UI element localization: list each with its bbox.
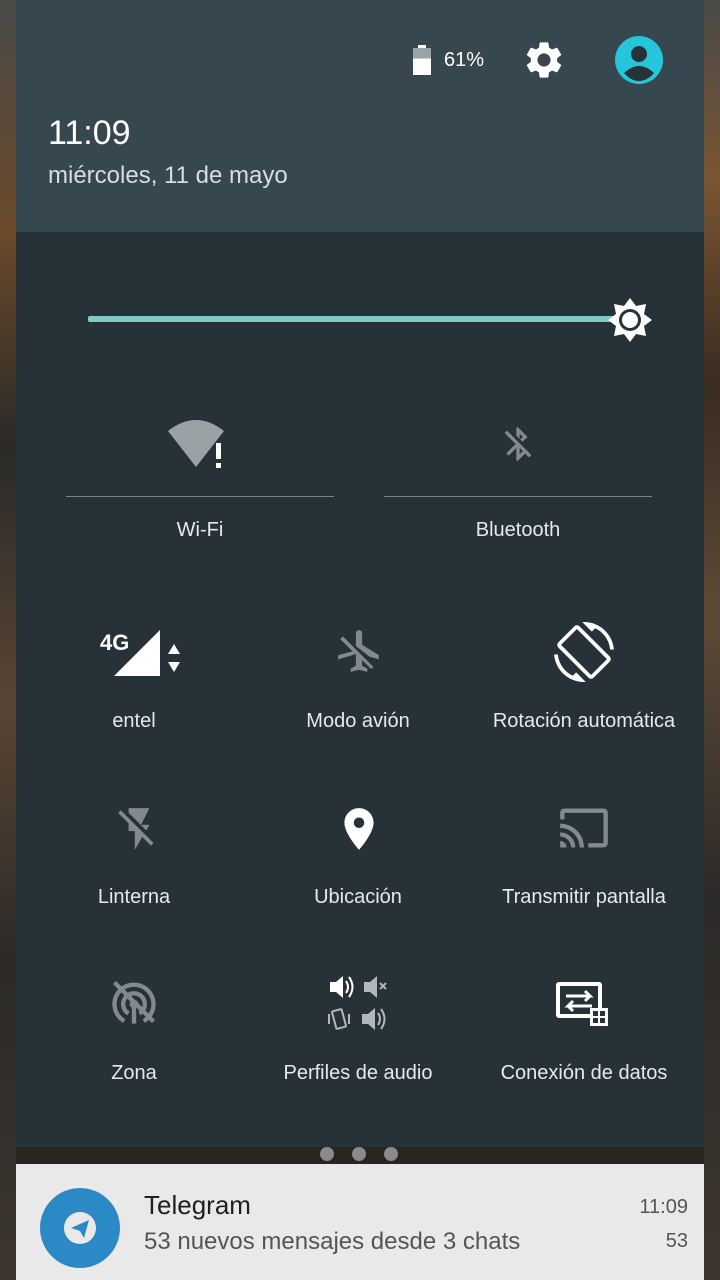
tile-label: Bluetooth: [475, 519, 561, 541]
data-connection-icon: [556, 982, 608, 1026]
telegram-icon: [40, 1188, 120, 1268]
tile-divider: [66, 496, 334, 497]
battery-percentage: 61%: [444, 49, 485, 71]
tile-label: Ubicación: [314, 886, 402, 908]
tile-hotspot[interactable]: Zona: [26, 966, 242, 1096]
cellular-4g-icon: 4G: [100, 630, 180, 676]
airplane-off-icon: [338, 630, 379, 672]
notification-count: 53: [665, 1230, 688, 1252]
tile-location[interactable]: Ubicación: [242, 790, 474, 920]
settings-gear-icon[interactable]: [522, 38, 566, 82]
notification-telegram[interactable]: Telegram 53 nuevos mensajes desde 3 chat…: [16, 1164, 704, 1280]
vibrate-icon: [328, 1008, 350, 1030]
date-text: miércoles, 11 de mayo: [48, 162, 288, 189]
tile-cast[interactable]: Transmitir pantalla: [474, 790, 694, 920]
tile-cellular[interactable]: 4G entel: [26, 610, 242, 740]
tile-divider: [384, 496, 652, 497]
tile-label: Perfiles de audio: [283, 1062, 433, 1084]
flashlight-off-icon: [118, 808, 154, 850]
tile-label: Zona: [111, 1062, 157, 1084]
notification-title: Telegram: [144, 1190, 251, 1220]
battery-icon: [413, 45, 431, 75]
quick-settings-panel: 61% 11:09 miércoles, 11 de mayo Wi-Fi Bl…: [16, 0, 704, 1147]
brightness-track: [88, 316, 630, 322]
tile-wifi[interactable]: Wi-Fi: [66, 405, 334, 555]
tile-label: Rotación automática: [492, 710, 676, 732]
page-dot[interactable]: [352, 1147, 366, 1161]
tile-label: Wi-Fi: [176, 519, 224, 541]
tile-data-connection[interactable]: Conexión de datos: [474, 966, 694, 1096]
volume-low-icon: [362, 1008, 386, 1030]
tile-bluetooth[interactable]: Bluetooth: [384, 405, 652, 555]
brightness-slider[interactable]: [88, 297, 658, 343]
page-dot[interactable]: [384, 1147, 398, 1161]
tile-label: entel: [112, 710, 156, 732]
bluetooth-disabled-icon: [504, 427, 532, 461]
hotspot-off-icon: [112, 980, 156, 1024]
quick-settings-header: 61% 11:09 miércoles, 11 de mayo: [16, 0, 704, 232]
tile-label: Conexión de datos: [500, 1062, 668, 1084]
notification-time: 11:09: [639, 1196, 688, 1218]
wifi-no-internet-icon: [168, 420, 224, 468]
cast-icon: [560, 808, 608, 848]
network-type-label: 4G: [100, 630, 129, 655]
notification-text: 53 nuevos mensajes desde 3 chats: [144, 1228, 521, 1255]
volume-on-icon: [330, 976, 354, 998]
brightness-sun-icon[interactable]: [607, 297, 653, 343]
tile-flashlight[interactable]: Linterna: [26, 790, 242, 920]
tile-auto-rotate[interactable]: Rotación automática: [474, 610, 694, 740]
audio-profiles-icon: [328, 976, 387, 1030]
page-indicator: [320, 1147, 400, 1163]
wallpaper-left-edge: [0, 0, 16, 1280]
tile-label: Modo avión: [306, 710, 410, 732]
location-pin-icon: [344, 808, 374, 850]
tile-label: Transmitir pantalla: [502, 886, 666, 908]
tile-airplane-mode[interactable]: Modo avión: [242, 610, 474, 740]
clock-time: 11:09: [48, 114, 131, 152]
user-avatar-icon[interactable]: [614, 35, 664, 85]
tile-label: Linterna: [97, 886, 171, 908]
tile-audio-profiles[interactable]: Perfiles de audio: [242, 966, 474, 1096]
page-dot[interactable]: [320, 1147, 334, 1161]
wallpaper-right-edge: [704, 0, 720, 1280]
auto-rotate-icon: [554, 622, 614, 682]
volume-mute-icon: [364, 976, 387, 998]
